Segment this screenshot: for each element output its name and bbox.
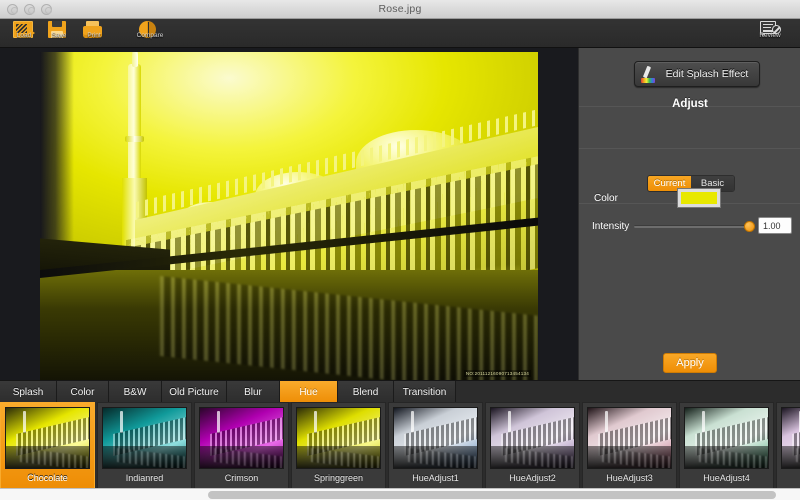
window-title: Rose.jpg [0, 3, 800, 15]
thumbnail-hueadjust1[interactable]: HueAdjust1 [388, 402, 483, 490]
thumbnail-image [5, 407, 90, 469]
thumb-reflection [505, 448, 575, 469]
thumbnail-label: HueAdjust2 [509, 473, 556, 483]
effect-tab-color[interactable]: Color [57, 381, 109, 403]
effect-tab-transition[interactable]: Transition [394, 381, 456, 403]
horizontal-scrollbar[interactable] [0, 488, 800, 500]
thumbnail-image [490, 407, 575, 469]
effect-category-tabs: SplashColorB&WOld PictureBlurHueBlendTra… [0, 380, 800, 402]
intensity-slider[interactable] [634, 220, 754, 234]
effect-tab-old-picture[interactable]: Old Picture [162, 381, 227, 403]
watermark-text: NO:20111216090713454134 [464, 370, 531, 377]
thumb-reflection [20, 448, 90, 469]
thumbnail-image [781, 407, 800, 469]
thumb-pool [685, 446, 768, 468]
print-button-label: Print [87, 32, 100, 39]
intensity-value-field[interactable]: 1.00 [758, 217, 792, 234]
thumb-pool [394, 446, 477, 468]
thumb-minaret [23, 411, 26, 433]
thumbnail-hueadjust2[interactable]: HueAdjust2 [485, 402, 580, 490]
thumbnail-hueadjust3[interactable]: HueAdjust3 [582, 402, 677, 490]
thumbnail-label: Chocolate [27, 473, 68, 483]
thumbnail-chocolate[interactable]: Chocolate [0, 402, 95, 490]
image-canvas[interactable]: NO:20111216090713454134 [0, 48, 578, 380]
thumb-pool [588, 446, 671, 468]
apply-button[interactable]: Apply [663, 353, 717, 373]
thumb-pool [6, 446, 89, 468]
divider-mid [579, 148, 800, 149]
scrollbar-thumb[interactable] [208, 491, 776, 499]
compare-button-label: Compare [137, 32, 164, 39]
effect-tab-b-w[interactable]: B&W [109, 381, 162, 403]
color-label: Color [594, 193, 618, 204]
edit-splash-effect-button[interactable]: Edit Splash Effect [634, 61, 760, 87]
adjust-panel: Edit Splash Effect Adjust Current Basic [578, 48, 800, 380]
thumbnail-image [102, 407, 187, 469]
edit-splash-effect-label: Edit Splash Effect [661, 68, 759, 80]
effect-tab-blend[interactable]: Blend [338, 381, 394, 403]
slider-knob[interactable] [744, 221, 755, 232]
thumb-minaret [411, 411, 414, 433]
thumb-pool [782, 446, 800, 468]
thumb-minaret [314, 411, 317, 433]
thumb-minaret [120, 411, 123, 433]
thumb-reflection [408, 448, 478, 469]
thumbnail-crimson[interactable]: Crimson [194, 402, 289, 490]
thumb-pool [103, 446, 186, 468]
thumb-reflection [699, 448, 769, 469]
thumbnail-image [684, 407, 769, 469]
compare-button[interactable]: Compare [128, 20, 172, 48]
pool-reflection [160, 276, 538, 380]
thumb-minaret [605, 411, 608, 433]
save-button-label: Save [52, 32, 67, 39]
thumbnail-partial-8[interactable] [776, 402, 800, 490]
review-button-label: Review [759, 32, 780, 39]
thumb-minaret [217, 411, 220, 433]
minaret [128, 64, 141, 186]
thumb-pool [200, 446, 283, 468]
brush-icon [641, 66, 661, 83]
thumb-minaret [702, 411, 705, 433]
thumbnail-indianred[interactable]: Indianred [97, 402, 192, 490]
toolbar: Load Save Print Compare Review [0, 19, 800, 48]
thumb-minaret [508, 411, 511, 433]
thumbnail-label: Springgreen [314, 473, 363, 483]
thumbnail-label: Indianred [126, 473, 164, 483]
thumbnail-image [587, 407, 672, 469]
effect-tab-blur[interactable]: Blur [227, 381, 280, 403]
reflecting-pool [40, 270, 538, 380]
adjust-section-title: Adjust [579, 98, 800, 110]
thumb-reflection [117, 448, 187, 469]
thumbnail-image [393, 407, 478, 469]
effect-tab-hue[interactable]: Hue [280, 381, 338, 403]
thumbnail-springgreen[interactable]: Springgreen [291, 402, 386, 490]
thumbnail-image [199, 407, 284, 469]
thumb-reflection [311, 448, 381, 469]
app-window: Rose.jpg Load Save Print Compare Review [0, 0, 800, 500]
effect-thumbnail-strip: Chocolate Indianred Crimson Springgreen HueA… [0, 402, 800, 490]
preview-image[interactable]: NO:20111216090713454134 [40, 52, 538, 380]
thumb-reflection [214, 448, 284, 469]
thumbnail-hueadjust4[interactable]: HueAdjust4 [679, 402, 774, 490]
thumb-pool [491, 446, 574, 468]
thumb-reflection [602, 448, 672, 469]
color-swatch[interactable] [678, 189, 720, 207]
load-button-label: Load [17, 32, 31, 39]
print-button[interactable]: Print [72, 20, 116, 48]
thumbnail-label: HueAdjust4 [703, 473, 750, 483]
effect-tab-splash[interactable]: Splash [0, 381, 57, 403]
title-bar: Rose.jpg [0, 0, 800, 19]
slider-track [634, 225, 754, 228]
thumbnail-image [296, 407, 381, 469]
intensity-label: Intensity [592, 221, 629, 232]
thumbnail-label: Crimson [225, 473, 259, 483]
thumb-pool [297, 446, 380, 468]
thumb-reflection [796, 448, 800, 469]
review-button[interactable]: Review [748, 20, 792, 48]
thumbnail-label: HueAdjust3 [606, 473, 653, 483]
thumbnail-label: HueAdjust1 [412, 473, 459, 483]
